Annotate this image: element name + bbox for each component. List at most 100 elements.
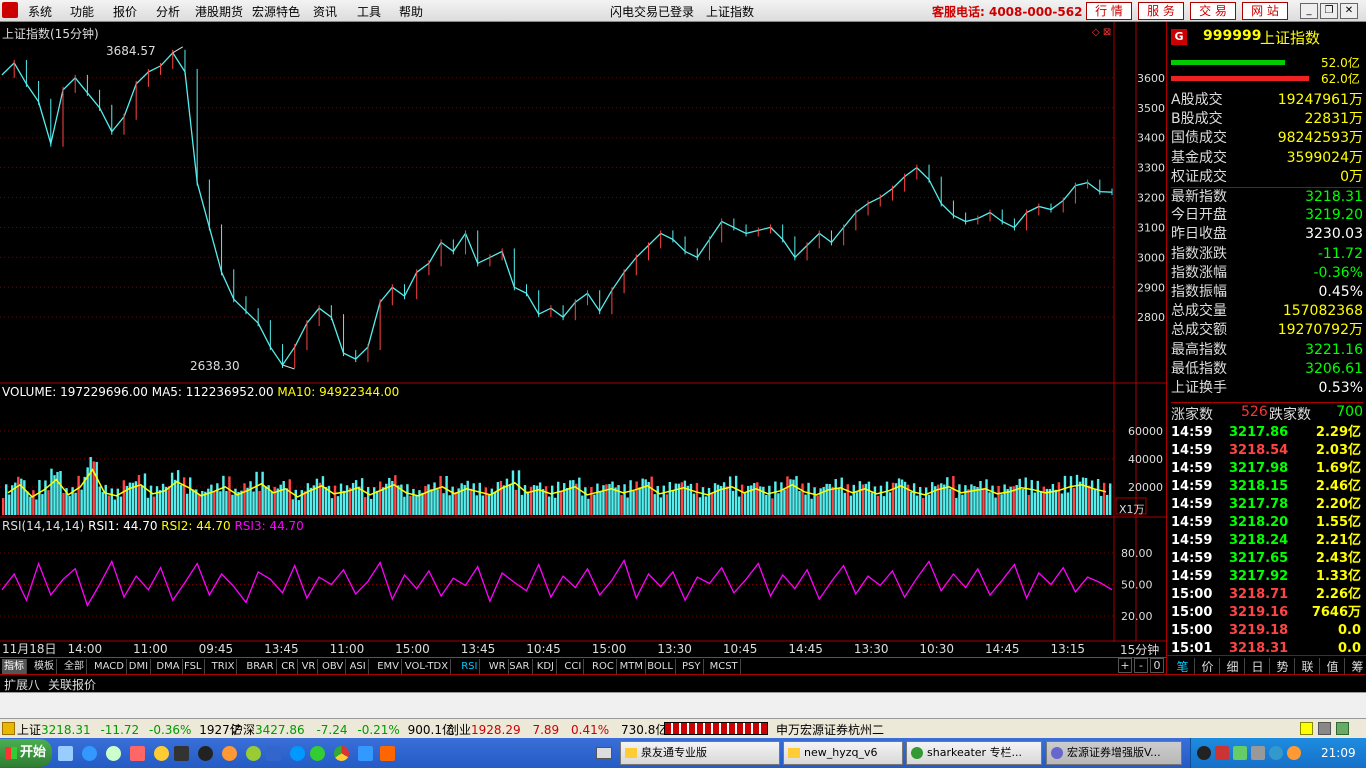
quicklaunch-icon-3[interactable]: [106, 746, 121, 761]
volume-bar: [870, 492, 874, 515]
menu-function[interactable]: 功能: [70, 3, 94, 20]
indicator-tab-mcst[interactable]: MCST: [708, 659, 741, 674]
restore-button[interactable]: ❐: [1320, 3, 1338, 19]
quicklaunch-icon-15[interactable]: [380, 746, 395, 761]
quicklaunch-icon-8[interactable]: [222, 746, 237, 761]
task-sharkeater[interactable]: sharkeater 专栏...: [906, 741, 1042, 765]
task-hongyuan[interactable]: 宏源证券增强版V...: [1046, 741, 1182, 765]
tab-extension[interactable]: 扩展八: [4, 676, 40, 693]
quicklaunch-icon-6[interactable]: [174, 746, 189, 761]
volume-bar: [1018, 478, 1021, 515]
indicator-tab-emv[interactable]: EMV: [375, 659, 402, 674]
app-logo: [2, 2, 18, 18]
volume-bar: [279, 484, 282, 515]
tray-icon-2[interactable]: [1215, 746, 1229, 760]
tray-icon-4[interactable]: [1251, 746, 1265, 760]
menu-tools[interactable]: 工具: [357, 3, 381, 20]
period-label[interactable]: 15分钟: [1120, 641, 1159, 658]
indicator-tab-obv[interactable]: OBV: [320, 659, 347, 674]
ie-icon[interactable]: [82, 746, 97, 761]
indicator-tab-sar[interactable]: SAR: [507, 659, 533, 674]
trade-button[interactable]: 交 易: [1190, 2, 1236, 20]
clock[interactable]: 21:09: [1321, 746, 1356, 760]
indicator-tab-asi[interactable]: ASI: [348, 659, 369, 674]
hs-index-summary[interactable]: 沪深3427.86 -7.24 -0.21% 900.1亿: [231, 721, 454, 738]
quicklaunch-icon-4[interactable]: [130, 746, 145, 761]
indicator-tab-psy[interactable]: PSY: [680, 659, 704, 674]
service-button[interactable]: 服 务: [1138, 2, 1184, 20]
close-button[interactable]: ✕: [1340, 3, 1358, 19]
indicator-tab-全部[interactable]: 全部: [62, 659, 87, 674]
panel-tab[interactable]: 价: [1196, 658, 1220, 675]
quicklaunch-icon-5[interactable]: [154, 746, 169, 761]
menu-hongyuan[interactable]: 宏源特色: [252, 3, 300, 20]
tray-icon-1[interactable]: [1197, 746, 1211, 760]
indicator-tab-trix[interactable]: TRIX: [210, 659, 238, 674]
quicklaunch-icon-12[interactable]: [310, 746, 325, 761]
panel-tab[interactable]: 笔: [1171, 658, 1195, 675]
menu-quote[interactable]: 报价: [113, 3, 137, 20]
website-button[interactable]: 网 站: [1242, 2, 1288, 20]
menu-help[interactable]: 帮助: [399, 3, 423, 20]
network-icon: [1318, 722, 1331, 735]
menu-system[interactable]: 系统: [28, 3, 52, 20]
kline-chart[interactable]: 3600 3500 3400 3300 3200 3100 3000 2900 2800 ◇ ⊠ 6…: [0, 22, 1166, 656]
volume-bar: [988, 492, 991, 515]
sh-index-summary[interactable]: 上证3218.31 -11.72 -0.36% 1927亿: [17, 721, 242, 738]
indicator-tab-模板[interactable]: 模板: [32, 659, 57, 674]
indicator-tab-brar[interactable]: BRAR: [244, 659, 277, 674]
zoom-in-button[interactable]: +: [1118, 658, 1132, 673]
menu-hk-futures[interactable]: 港股期货: [195, 3, 243, 20]
indicator-tab-macd[interactable]: MACD: [92, 659, 127, 674]
chrome-icon[interactable]: [334, 746, 349, 761]
info-icon[interactable]: [1300, 722, 1313, 735]
start-button[interactable]: 开始: [0, 739, 52, 767]
quicklaunch-icon-11[interactable]: [290, 746, 305, 761]
task-new-hyzq[interactable]: new_hyzq_v6: [783, 741, 903, 765]
quicklaunch-icon-14[interactable]: [358, 746, 373, 761]
quicklaunch-icon-10[interactable]: [266, 746, 281, 761]
indicator-tab-cci[interactable]: CCI: [562, 659, 585, 674]
zoom-reset-button[interactable]: 0: [1150, 658, 1164, 673]
volume-bar: [1096, 479, 1100, 515]
volume-bar: [62, 492, 65, 515]
quote-button[interactable]: 行 情: [1086, 2, 1132, 20]
tray-icon-3[interactable]: [1233, 746, 1247, 760]
panel-tab[interactable]: 值: [1321, 658, 1345, 675]
indicator-tab-roc[interactable]: ROC: [590, 659, 617, 674]
indicator-tab-fsl[interactable]: FSL: [182, 659, 205, 674]
tab-related-quotes[interactable]: 关联报价: [48, 676, 96, 693]
indicator-tab-vol-tdx[interactable]: VOL-TDX: [403, 659, 452, 674]
indicator-tab-mtm[interactable]: MTM: [618, 659, 646, 674]
indicator-tab-boll[interactable]: BOLL: [645, 659, 676, 674]
keyboard-icon[interactable]: [596, 747, 612, 759]
tray-icon-5[interactable]: [1269, 746, 1283, 760]
qq-icon[interactable]: [198, 746, 213, 761]
quicklaunch-icon-9[interactable]: [246, 746, 261, 761]
tray-icon-6[interactable]: [1287, 746, 1301, 760]
panel-tab[interactable]: 细: [1221, 658, 1245, 675]
volume-bar: [116, 488, 120, 515]
quicklaunch-icon-1[interactable]: [58, 746, 73, 761]
panel-tab[interactable]: 筹: [1346, 658, 1366, 675]
indicator-tab-dma[interactable]: DMA: [154, 659, 183, 674]
task-quanyoutong[interactable]: 泉友通专业版: [620, 741, 780, 765]
indicator-tab-kdj[interactable]: KDJ: [535, 659, 558, 674]
indicator-tab-wr[interactable]: WR: [487, 659, 509, 674]
indicator-tab-指标[interactable]: 指标: [2, 659, 27, 674]
indicator-tab-rsi[interactable]: RSI: [459, 659, 481, 674]
panel-tab[interactable]: 日: [1246, 658, 1270, 675]
cy-index-summary[interactable]: 创业1928.29 7.89 0.41% 730.8亿: [447, 721, 667, 738]
tick-row: 14:59 3218.15 2.46亿: [1169, 478, 1363, 496]
volume-bar: [59, 470, 62, 515]
indicator-tab-cr[interactable]: CR: [279, 659, 299, 674]
panel-tab[interactable]: 势: [1271, 658, 1295, 675]
menu-analysis[interactable]: 分析: [156, 3, 180, 20]
indicator-tab-vr[interactable]: VR: [300, 659, 319, 674]
indicator-tab-dmi[interactable]: DMI: [127, 659, 152, 674]
volume-bar: [668, 481, 672, 515]
menu-info[interactable]: 资讯: [313, 3, 337, 20]
panel-tab[interactable]: 联: [1296, 658, 1320, 675]
zoom-out-button[interactable]: -: [1134, 658, 1148, 673]
minimize-button[interactable]: _: [1300, 3, 1318, 19]
